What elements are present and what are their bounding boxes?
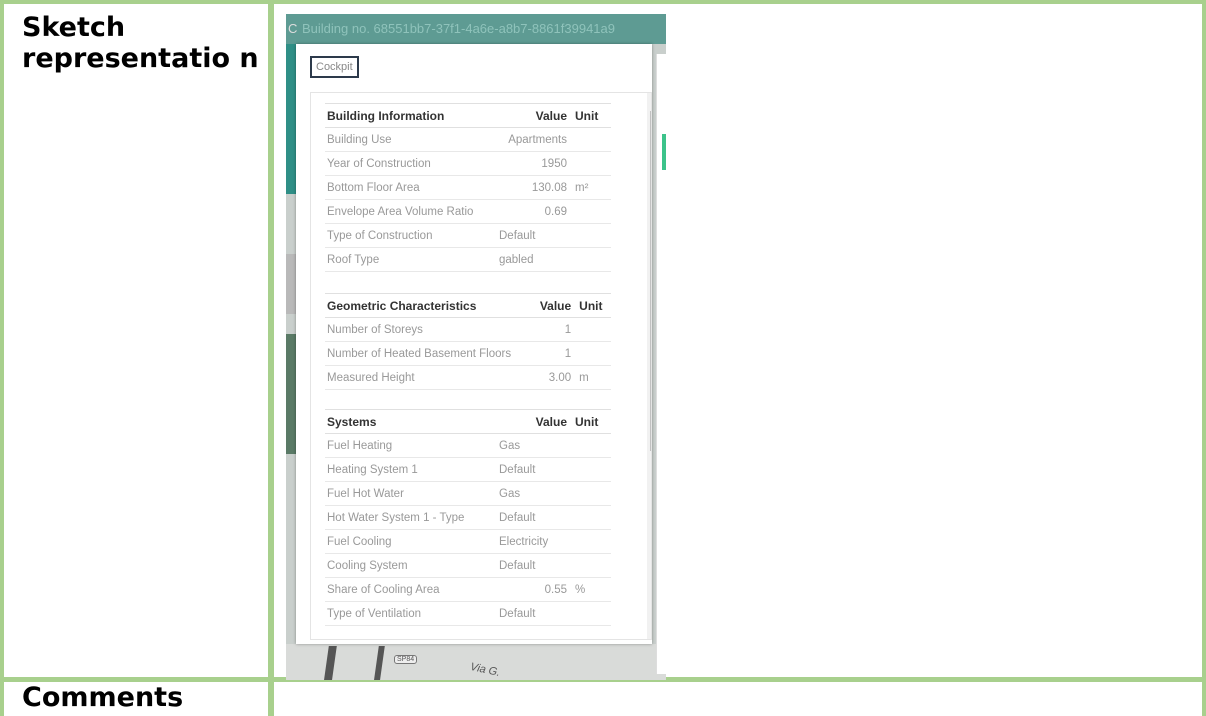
row-value: Default — [493, 505, 611, 530]
building-dialog: Cockpit Building Information Value Unit … — [296, 44, 652, 644]
row-name: Fuel Heating — [325, 433, 493, 458]
comments-label: Comments — [22, 682, 184, 713]
table-row: Number of Heated Basement Floors 1 — [325, 341, 611, 366]
map-tile — [286, 254, 296, 314]
table-header-row: Building Information Value Unit — [325, 103, 611, 128]
table-border-right — [1202, 0, 1206, 716]
row-name: Bottom Floor Area — [325, 175, 493, 200]
geometric-characteristics-table: Geometric Characteristics Value Unit Num… — [325, 293, 611, 390]
row-unit: % — [569, 577, 611, 602]
row-name: Hot Water System 1 - Type — [325, 505, 493, 530]
scrollbar-thumb[interactable] — [650, 111, 651, 451]
table-row: Number of Storeys 1 — [325, 317, 611, 342]
table-row: Roof Type gabled — [325, 247, 611, 272]
row-unit — [569, 127, 611, 152]
row-value: 3.00 — [513, 365, 574, 390]
row-value: 130.08 — [493, 175, 569, 200]
table-row: Fuel Heating Gas — [325, 433, 611, 458]
row-name: Envelope Area Volume Ratio — [325, 199, 493, 224]
row-value: 0.55 — [493, 577, 569, 602]
row-value: Default — [493, 457, 611, 482]
building-information-table: Building Information Value Unit Building… — [325, 103, 611, 272]
row-name: Cooling System — [325, 553, 493, 578]
table-row: Year of Construction 1950 — [325, 151, 611, 176]
map-label-sp84: SP84 — [394, 655, 418, 664]
row-unit — [573, 341, 611, 366]
row-value: 1 — [513, 317, 574, 342]
row-name: Year of Construction — [325, 151, 493, 176]
table-header-row: Geometric Characteristics Value Unit — [325, 293, 611, 318]
row-name: Roof Type — [325, 247, 493, 272]
row-value: Default — [493, 601, 611, 626]
table-border-left — [0, 0, 4, 716]
row-value: Gas — [493, 481, 611, 506]
row-value: 1 — [513, 341, 574, 366]
scroll-up-icon[interactable]: ▲ — [650, 95, 651, 102]
row-value: Gas — [493, 433, 611, 458]
column-header-unit: Unit — [569, 103, 611, 128]
table-row: Heating System 1 Default — [325, 457, 611, 482]
table-row: Fuel Cooling Electricity — [325, 529, 611, 554]
column-header-value: Value — [493, 103, 569, 128]
row-value: 1950 — [493, 151, 569, 176]
row-name: Number of Storeys — [325, 317, 514, 342]
column-divider — [268, 0, 274, 716]
vertical-scrollbar[interactable]: ▲ ▼ — [647, 93, 651, 639]
scroll-down-icon[interactable]: ▼ — [650, 613, 651, 620]
column-header-name: Building Information — [325, 103, 493, 128]
table-row: Measured Height 3.00 m — [325, 365, 611, 390]
row-unit — [569, 151, 611, 176]
row-name: Share of Cooling Area — [325, 577, 493, 602]
sketch-representation-label: Sketch representatio n — [22, 12, 259, 74]
row-name: Fuel Cooling — [325, 529, 493, 554]
row-value: Electricity — [493, 529, 611, 554]
column-header-name: Systems — [325, 409, 493, 434]
row-value: Default — [493, 223, 611, 248]
row-name: Type of Construction — [325, 223, 493, 248]
table-row: Type of Construction Default — [325, 223, 611, 248]
column-header-unit: Unit — [573, 293, 611, 318]
row-unit — [569, 199, 611, 224]
row-value: Apartments — [493, 127, 569, 152]
table-row: Fuel Hot Water Gas — [325, 481, 611, 506]
row-value: gabled — [493, 247, 611, 272]
row-name: Heating System 1 — [325, 457, 493, 482]
row-name: Building Use — [325, 127, 493, 152]
table-border-top — [0, 0, 1206, 4]
systems-table: Systems Value Unit Fuel Heating Gas Heati… — [325, 409, 611, 626]
row-value: 0.69 — [493, 199, 569, 224]
row-unit: m — [573, 365, 611, 390]
table-row: Share of Cooling Area 0.55% — [325, 577, 611, 602]
row-name: Number of Heated Basement Floors — [325, 341, 514, 366]
window-title: Building no. 68551bb7-37f1-4a6e-a8b7-886… — [302, 21, 615, 36]
window-titlebar[interactable]: C Building no. 68551bb7-37f1-4a6e-a8b7-88… — [286, 14, 666, 44]
row-name: Measured Height — [325, 365, 514, 390]
row-name: Type of Ventilation — [325, 601, 493, 626]
table-row: Envelope Area Volume Ratio 0.69 — [325, 199, 611, 224]
app-screenshot: SP84 Via G. C Building no. 68551bb7-37f1-… — [286, 14, 666, 680]
table-row: Cooling System Default — [325, 553, 611, 578]
table-row: Hot Water System 1 - Type Default — [325, 505, 611, 530]
tab-cockpit[interactable]: Cockpit — [310, 56, 359, 78]
building-info-pane[interactable]: Building Information Value Unit Building… — [310, 92, 652, 640]
row-value: Default — [493, 553, 611, 578]
title-prefix: C — [288, 21, 298, 36]
column-header-value: Value — [493, 409, 569, 434]
map-tile — [286, 334, 296, 454]
column-header-unit: Unit — [569, 409, 611, 434]
table-row: Bottom Floor Area 130.08 m² — [325, 175, 611, 200]
status-marker — [662, 134, 666, 170]
column-header-value: Value — [513, 293, 574, 318]
row-name: Fuel Hot Water — [325, 481, 493, 506]
table-header-row: Systems Value Unit — [325, 409, 611, 434]
column-header-name: Geometric Characteristics — [325, 293, 514, 318]
row-unit: m² — [569, 175, 611, 200]
table-row: Building Use Apartments — [325, 127, 611, 152]
table-row: Type of Ventilation Default — [325, 601, 611, 626]
row-unit — [573, 317, 611, 342]
